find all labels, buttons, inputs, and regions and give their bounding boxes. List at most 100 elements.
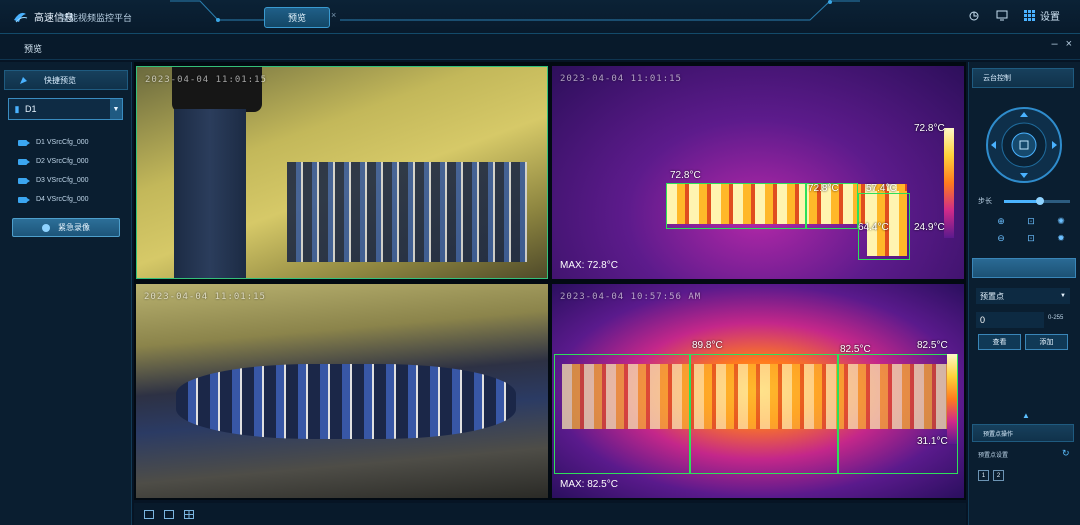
video-pane-1[interactable]: 2023-04-04 11:01:15	[136, 66, 548, 279]
page-button[interactable]: 2	[993, 470, 1004, 481]
preset-label: 预置点	[980, 291, 1004, 301]
camera-icon	[18, 139, 30, 146]
iris-close-icon[interactable]: ✹	[1046, 233, 1076, 244]
pagination: 1 2	[978, 470, 1004, 481]
temp-label: 89.8°C	[692, 340, 723, 351]
preset-input[interactable]: 0	[976, 312, 1044, 328]
settings-button[interactable]: 设置	[1024, 8, 1060, 23]
preset-add-button[interactable]: 添加	[1025, 334, 1068, 350]
measure-box	[838, 354, 958, 474]
camera-label: D2 VSrcCfg_000	[36, 158, 89, 165]
camera-item[interactable]: D4 VSrcCfg_000	[18, 190, 89, 209]
emergency-record-button[interactable]: 紧急录像	[12, 218, 120, 237]
temp-label: 57.4°C	[866, 183, 897, 194]
device-select[interactable]: ▮ D1 ▼	[8, 98, 123, 120]
preset-setting-item[interactable]: 预置点设置	[978, 450, 1008, 459]
iris-icon[interactable]: ✺	[1046, 216, 1076, 227]
camera-icon	[18, 196, 30, 203]
emergency-record-label: 紧急录像	[58, 223, 90, 232]
quick-preview-header[interactable]: 快捷预览	[4, 70, 128, 90]
pane-timestamp: 2023-04-04 10:57:56 AM	[560, 292, 702, 302]
camera-list: D1 VSrcCfg_000 D2 VSrcCfg_000 D3 VSrcCfg…	[18, 133, 89, 209]
temperature-scale	[947, 354, 957, 444]
record-icon	[42, 223, 50, 232]
preset-select[interactable]: 预置点 ▼	[976, 288, 1070, 304]
platform-title: 智能视频监控平台	[60, 13, 133, 23]
max-temperature: MAX: 82.5°C	[560, 479, 618, 490]
ptz-header[interactable]: 云台控制	[972, 68, 1074, 88]
temp-label: 72.8°C	[670, 170, 701, 181]
quick-preview-label: 快捷预览	[44, 75, 76, 85]
machinery-image	[287, 162, 527, 262]
monitor-icon[interactable]	[996, 10, 1008, 21]
quick-preview-icon	[20, 76, 27, 84]
sub-bar	[0, 34, 1080, 60]
video-grid: 2023-04-04 11:01:15 2023-04-04 11:01:15 …	[134, 62, 966, 500]
header-decoration-right	[340, 0, 860, 21]
person-image	[162, 67, 262, 278]
temp-label: 24.9°C	[914, 222, 945, 233]
ptz-separator-bar	[972, 258, 1076, 278]
temp-label: 72.8°C	[808, 183, 839, 194]
chevron-down-icon: ▼	[1060, 293, 1066, 299]
preset-range: 0-255	[1048, 315, 1064, 321]
step-label: 步长	[978, 198, 992, 205]
page-title: 预览	[24, 44, 43, 54]
measure-box	[554, 354, 690, 474]
device-value: D1	[25, 104, 37, 114]
ptz-controls: ⊕ ⊡ ✺ ⊖ ⊡ ✹	[986, 216, 1076, 244]
settings-label: 设置	[1040, 12, 1060, 23]
video-pane-3[interactable]: 2023-04-04 11:01:15	[136, 284, 548, 498]
camera-label: D3 VSrcCfg_000	[36, 177, 89, 184]
window-controls: – ×	[1051, 38, 1072, 50]
camera-icon	[18, 158, 30, 165]
step-slider-fill	[1004, 200, 1041, 203]
chevron-down-icon[interactable]: ▼	[110, 99, 122, 119]
camera-label: D1 VSrcCfg_000	[36, 139, 89, 146]
temp-label: 82.5°C	[840, 344, 871, 355]
quad-layout-icon[interactable]	[184, 509, 194, 519]
pane-timestamp: 2023-04-04 11:01:15	[560, 74, 682, 84]
device-icon: ▮	[14, 103, 20, 114]
temp-label: 31.1°C	[917, 436, 948, 447]
machinery-image	[176, 364, 516, 439]
camera-icon	[18, 177, 30, 184]
camera-item[interactable]: D3 VSrcCfg_000	[18, 171, 89, 190]
top-bar: 高速信息 智能视频监控平台 预览 × 设置	[0, 0, 1080, 34]
zoom-in-icon[interactable]: ⊕	[986, 216, 1016, 227]
preset-ops-header[interactable]: 预置点操作	[972, 424, 1074, 442]
close-icon[interactable]: ×	[1066, 38, 1072, 50]
header-decoration	[170, 0, 270, 22]
page-button[interactable]: 1	[978, 470, 989, 481]
preset-view-button[interactable]: 查看	[978, 334, 1021, 350]
tab-close-icon[interactable]: ×	[331, 10, 336, 20]
camera-item[interactable]: D2 VSrcCfg_000	[18, 152, 89, 171]
measure-box	[690, 354, 838, 474]
step-slider[interactable]	[1004, 197, 1070, 205]
grid-icon	[1024, 10, 1035, 21]
zoom-out-icon[interactable]: ⊖	[986, 233, 1016, 244]
temp-label: 64.4°C	[858, 222, 889, 233]
collapse-up-icon[interactable]: ▲	[1022, 411, 1030, 420]
max-temperature: MAX: 72.8°C	[560, 260, 618, 271]
fullscreen-icon[interactable]	[144, 509, 154, 519]
minimize-icon[interactable]: –	[1051, 38, 1057, 50]
logo-icon	[14, 12, 28, 22]
thermal-pane-1[interactable]: 2023-04-04 11:01:15 72.8°C 72.8°C 57.4°C…	[552, 66, 964, 279]
user-icon[interactable]	[968, 10, 980, 22]
grid-toolbar	[134, 503, 966, 525]
focus-icon[interactable]: ⊡	[1016, 216, 1046, 227]
single-layout-icon[interactable]	[164, 509, 174, 519]
tab-preview[interactable]: 预览	[264, 7, 330, 28]
temp-label: 72.8°C	[914, 123, 945, 134]
thermal-pane-2[interactable]: 2023-04-04 10:57:56 AM 89.8°C 82.5°C 82.…	[552, 284, 964, 498]
ptz-direction-pad[interactable]	[985, 106, 1063, 184]
camera-item[interactable]: D1 VSrcCfg_000	[18, 133, 89, 152]
refresh-icon[interactable]: ↻	[1062, 448, 1070, 459]
camera-label: D4 VSrcCfg_000	[36, 196, 89, 203]
focus-out-icon[interactable]: ⊡	[1016, 233, 1046, 244]
pane-timestamp: 2023-04-04 11:01:15	[144, 292, 266, 302]
temp-label: 82.5°C	[917, 340, 948, 351]
pane-timestamp: 2023-04-04 11:01:15	[145, 75, 267, 85]
left-panel	[0, 62, 132, 525]
